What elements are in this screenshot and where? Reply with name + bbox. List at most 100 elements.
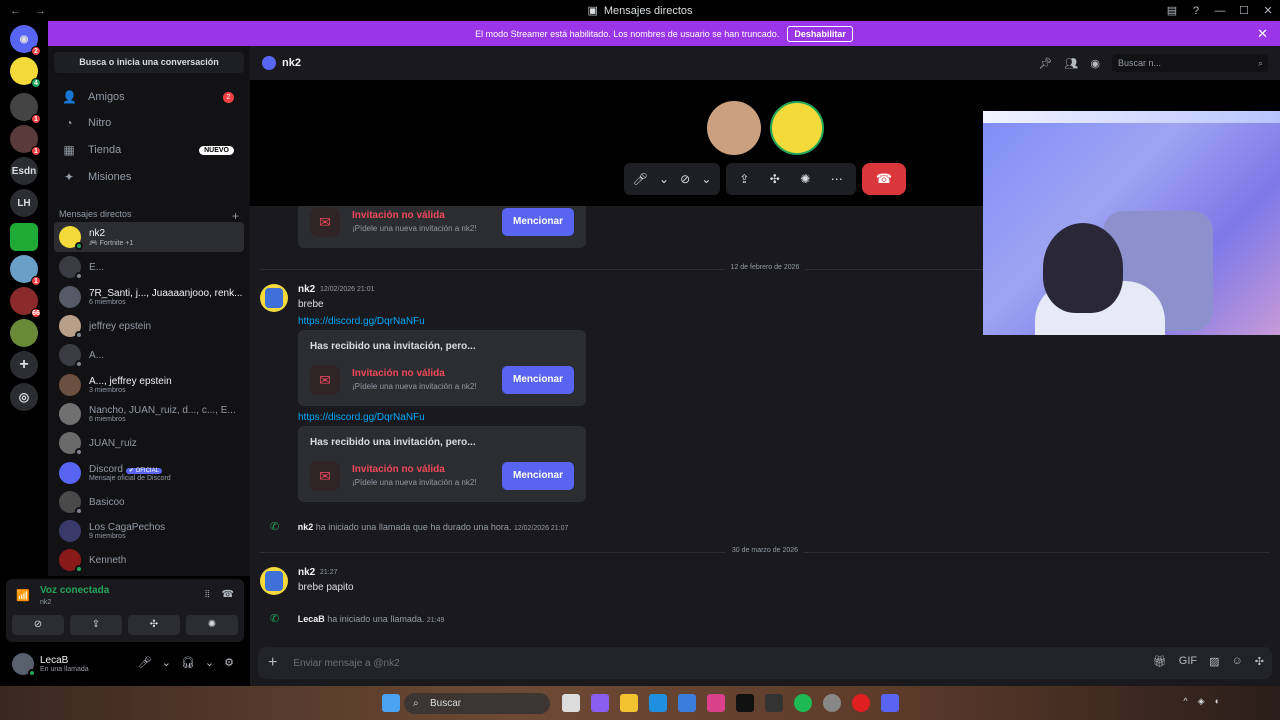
discover-icon[interactable]: ◎ [10, 383, 38, 411]
windows-start-icon[interactable] [382, 694, 400, 712]
mention-button[interactable]: Mencionar [502, 462, 574, 490]
app-icon[interactable] [765, 694, 783, 712]
dm-item[interactable]: 7R_Santi, j..., Juaaaanjooo, renk... 6 mi… [54, 282, 244, 312]
back-arrow-icon[interactable]: ← [10, 5, 21, 17]
chevron-down-icon[interactable]: ⌄ [659, 172, 669, 186]
invite-link[interactable]: https://discord.gg/DqrNaNFu [298, 412, 425, 423]
activities-icon[interactable]: ✣ [770, 172, 780, 186]
dm-item[interactable]: Kenneth [54, 545, 244, 575]
author[interactable]: LecaB [298, 614, 325, 624]
add-friends-icon[interactable]: 👥︎ [1064, 57, 1078, 70]
avatar[interactable] [260, 567, 288, 595]
dm-item[interactable]: A... [54, 340, 244, 370]
disable-streamer-button[interactable]: Deshabilitar [787, 25, 853, 42]
dm-item[interactable]: Los CagaPechos 9 miembros [54, 516, 244, 546]
taskbar-search[interactable]: ⌕ Buscar [404, 693, 550, 714]
camera-button[interactable]: ⊘ [12, 615, 64, 635]
headphones-icon[interactable]: 🎧︎ [181, 656, 195, 669]
header-name[interactable]: nk2 [282, 57, 301, 69]
mention-button[interactable]: Mencionar [502, 366, 574, 394]
chevron-down-icon[interactable]: ⌄ [205, 656, 214, 669]
close-icon[interactable]: ✕ [1257, 26, 1268, 42]
server-icon[interactable]: LH [10, 189, 38, 217]
disconnect-icon[interactable]: ☎ [222, 589, 234, 600]
mention-button[interactable]: Mencionar [502, 208, 574, 236]
avatar[interactable] [260, 284, 288, 312]
nav-nitro[interactable]: ◔ Nitro [54, 111, 244, 135]
spotify-icon[interactable] [794, 694, 812, 712]
search-input[interactable]: Buscar n... ⌕ [1112, 54, 1268, 72]
server-icon[interactable]: 1 [10, 255, 41, 286]
microphone-icon[interactable]: 🎤︎ [138, 656, 152, 669]
settings-gear-icon[interactable]: ⚙ [224, 656, 234, 669]
help-icon[interactable]: ? [1184, 5, 1208, 17]
nav-shop[interactable]: ▦ Tienda NUEVO [54, 138, 244, 162]
invite-link[interactable]: https://discord.gg/DqrNaNFu [298, 316, 425, 327]
dm-item[interactable]: nk2 🎮 Fortnite +1 [54, 222, 244, 252]
store-icon[interactable] [678, 694, 696, 712]
server-icon[interactable]: 66 [10, 287, 41, 318]
maximize-button[interactable]: ☐ [1232, 4, 1256, 17]
message-composer[interactable]: + Enviar mensaje a @nk2 🎁︎ GIF ▨ ☺ ✣ [258, 647, 1272, 679]
nav-quests[interactable]: ✦ Misiones [54, 165, 244, 189]
opera-icon[interactable] [852, 694, 870, 712]
server-icon[interactable]: Esdn [10, 157, 38, 185]
emoji-icon[interactable]: ☺ [1232, 655, 1243, 668]
nav-friends[interactable]: 👤 Amigos 2 [54, 85, 244, 109]
copilot-icon[interactable] [591, 694, 609, 712]
server-icon[interactable] [10, 319, 38, 347]
author[interactable]: nk2 [298, 284, 315, 295]
dm-item[interactable]: jeffrey epstein [54, 311, 244, 341]
inbox-icon[interactable]: ▤ [1160, 4, 1184, 17]
soundboard-icon[interactable]: ✺ [800, 172, 810, 186]
screen-share-icon[interactable]: ⇪ [739, 172, 749, 186]
profile-icon[interactable]: ◉ [1090, 57, 1100, 70]
sticker-icon[interactable]: ▨ [1209, 655, 1219, 668]
tray-chevron-icon[interactable]: ^ [1183, 696, 1187, 707]
dm-item[interactable]: JUAN_ruiz [54, 428, 244, 458]
tiktok-icon[interactable] [736, 694, 754, 712]
participant-avatar[interactable] [707, 101, 761, 155]
more-icon[interactable]: ⋯ [831, 172, 843, 186]
close-window-button[interactable]: ✕ [1256, 4, 1280, 17]
discord-taskbar-icon[interactable] [881, 694, 899, 712]
chevron-down-icon[interactable]: ⌄ [701, 172, 711, 186]
server-icon[interactable]: 1 [10, 93, 41, 124]
edge-icon[interactable] [649, 694, 667, 712]
dm-item[interactable]: Nancho, JUAN_ruiz, d..., c..., E... 6 mie… [54, 399, 244, 429]
screen-share-button[interactable]: ⇪ [70, 615, 122, 635]
author[interactable]: nk2 [298, 567, 315, 578]
hang-up-button[interactable]: ☎ [862, 163, 906, 195]
chevron-down-icon[interactable]: ⌄ [162, 656, 171, 669]
dm-item[interactable]: Basicoo [54, 487, 244, 517]
server-icon[interactable] [10, 223, 38, 251]
steam-icon[interactable] [823, 694, 841, 712]
apps-icon[interactable]: ✣ [1255, 655, 1264, 668]
create-dm-icon[interactable]: + [232, 209, 239, 223]
task-view-icon[interactable] [562, 694, 580, 712]
add-server-icon[interactable]: + [10, 351, 38, 379]
minimize-button[interactable]: — [1208, 5, 1232, 17]
dm-item[interactable]: E... [54, 252, 244, 282]
activities-button[interactable]: ✣ [128, 615, 180, 635]
volume-icon[interactable]: ◐ [1215, 696, 1220, 707]
home-dm-button[interactable]: ◉ 2 [10, 25, 41, 56]
avatar[interactable] [12, 653, 36, 677]
voice-status[interactable]: Voz conectada [40, 585, 109, 596]
instagram-icon[interactable] [707, 694, 725, 712]
server-icon[interactable]: 1 [10, 125, 41, 156]
forward-arrow-icon[interactable]: → [35, 5, 46, 17]
gif-icon[interactable]: GIF [1179, 655, 1197, 668]
network-icon[interactable]: ◈ [1198, 696, 1205, 707]
dm-item[interactable]: Discord ✔ OFICIAL Mensaje oficial de Disco… [54, 458, 244, 488]
soundboard-button[interactable]: ✺ [186, 615, 238, 635]
participant-avatar[interactable] [770, 101, 824, 155]
camera-off-icon[interactable]: ⊘ [680, 172, 690, 186]
noise-suppression-icon[interactable]: ⦙⦙ [205, 589, 209, 600]
find-conversation-button[interactable]: Busca o inicia una conversación [54, 52, 244, 73]
add-attachment-icon[interactable]: + [268, 654, 277, 672]
author[interactable]: nk2 [298, 522, 314, 532]
gift-icon[interactable]: 🎁︎ [1153, 655, 1167, 668]
microphone-icon[interactable]: 🎤︎ [633, 172, 648, 186]
file-explorer-icon[interactable] [620, 694, 638, 712]
